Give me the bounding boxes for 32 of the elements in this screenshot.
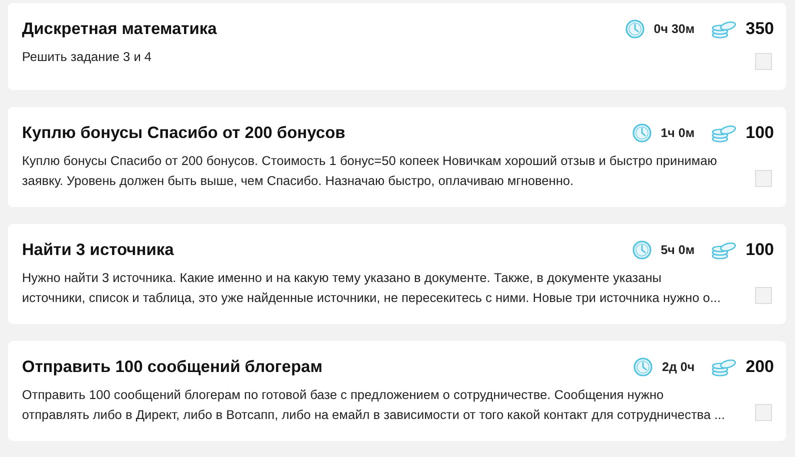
task-title[interactable]: Найти 3 источника <box>22 239 174 261</box>
checkbox[interactable] <box>755 287 772 304</box>
price: 100 <box>746 123 774 143</box>
duration: 0ч 30м <box>654 22 695 36</box>
coins-icon <box>710 240 737 260</box>
task-card[interactable]: Дискретная математика 0ч 30м 350 Решить задание 3 и 4 <box>8 3 786 90</box>
duration: 2д 0ч <box>662 360 695 374</box>
task-title[interactable]: Отправить 100 сообщений блогерам <box>22 356 322 378</box>
task-description: Нужно найти 3 источника. Какие именно и на какую тему указано в документе. Также, в документе указаны источники, список и таблица, это уже найденные источники, не пересекитесь с ними. Новые три источника нужно о... <box>22 269 721 307</box>
coins-icon <box>710 357 737 377</box>
task-card[interactable] <box>8 224 786 324</box>
checkbox[interactable] <box>755 404 772 421</box>
duration: 5ч 0м <box>660 243 695 257</box>
task-description: Отправить 100 сообщений блогерам по готовой базе с предложением о сотрудничестве. Сообщения нужно отправлять либо в Директ, либо в Вотсапп, либо на емайл в зависимости от того какой контакт для сотрудничества ... <box>22 386 725 424</box>
task-card[interactable] <box>8 107 786 207</box>
clock-icon <box>632 123 652 143</box>
checkbox[interactable] <box>755 53 772 70</box>
price: 350 <box>746 19 774 39</box>
coins-icon <box>710 19 737 39</box>
task-title[interactable]: Дискретная математика <box>22 18 217 40</box>
clock-icon <box>624 19 645 39</box>
price: 100 <box>746 240 774 260</box>
duration: 1ч 0м <box>660 126 695 140</box>
clock-icon <box>633 357 654 377</box>
clock-icon <box>632 240 652 260</box>
task-card[interactable] <box>8 341 786 441</box>
checkbox[interactable] <box>755 170 772 187</box>
price: 200 <box>746 357 774 377</box>
task-description: Куплю бонусы Спасибо от 200 бонусов. Стоимость 1 бонус=50 копеек Новичкам хороший отзыв и быстро принимаю заявку. Уровень должен быть выше, чем Спасибо. Назначаю быстро, оплачиваю мгновенно. <box>22 152 717 190</box>
task-description: Решить задание 3 и 4 <box>22 48 152 66</box>
coins-icon <box>710 123 737 143</box>
task-title[interactable]: Куплю бонусы Спасибо от 200 бонусов <box>22 122 346 144</box>
